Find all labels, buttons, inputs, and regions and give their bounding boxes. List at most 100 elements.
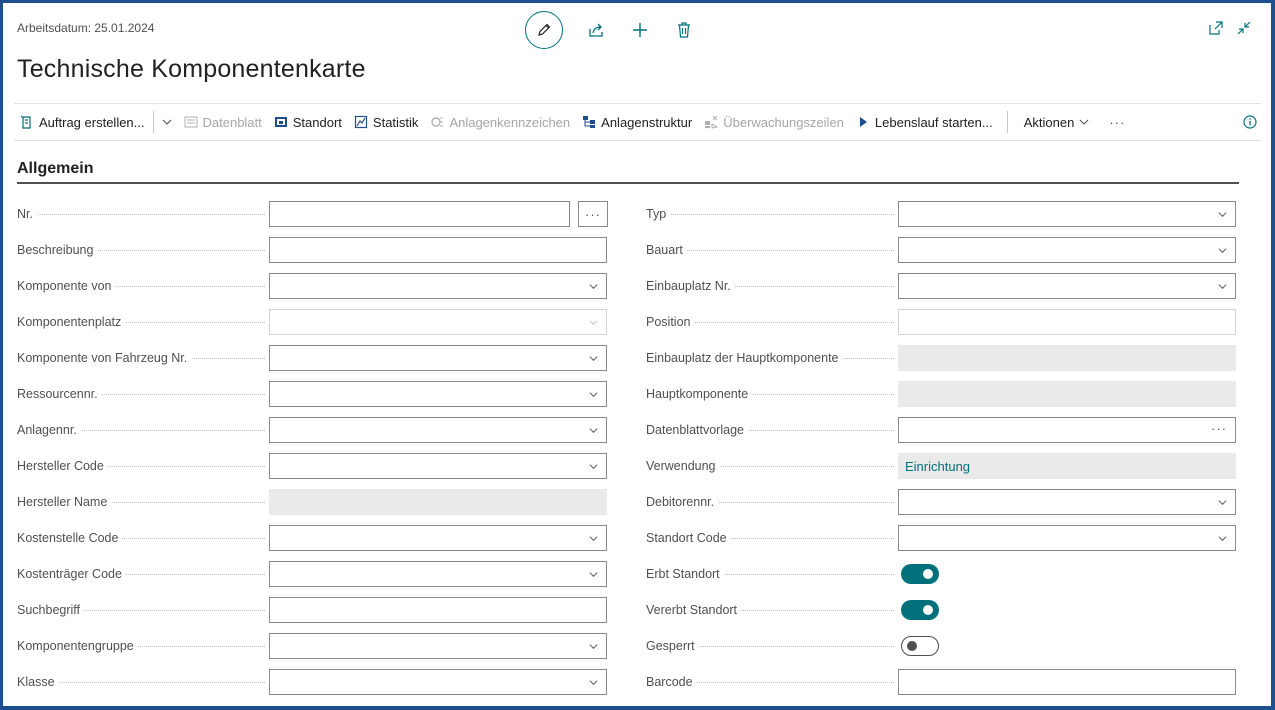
anlagennr-select[interactable]: [269, 417, 607, 443]
action-create-order[interactable]: Auftrag erstellen...: [14, 115, 151, 130]
page-title: Technische Komponentenkarte: [17, 55, 366, 83]
create-order-icon: [20, 115, 34, 129]
page-frame: Arbeitsdatum: 25.01.2024 Technische Komp…: [3, 3, 1271, 706]
hauptkomponente-value: [898, 381, 1236, 407]
field-label: Kostenstelle Code: [17, 531, 123, 545]
suchbegriff-input[interactable]: [269, 597, 607, 623]
new-button[interactable]: [629, 19, 651, 41]
field-label: Verwendung: [646, 459, 720, 473]
action-location[interactable]: Standort: [268, 115, 348, 130]
field-verwendung: Verwendung Einrichtung: [646, 453, 1246, 479]
chevron-down-icon: [589, 572, 598, 578]
erbt-standort-toggle[interactable]: [901, 564, 939, 584]
share-icon: [589, 23, 603, 37]
assist-edit-button[interactable]: ···: [1211, 421, 1227, 436]
ressourcennr-select[interactable]: [269, 381, 607, 407]
monitoring-icon: [704, 115, 719, 129]
field-position: Position: [646, 309, 1246, 335]
edit-button[interactable]: [525, 11, 563, 49]
action-label: Datenblatt: [202, 114, 262, 130]
info-button[interactable]: [1237, 115, 1261, 129]
typ-select[interactable]: [898, 201, 1236, 227]
nr-assist-button[interactable]: ···: [578, 201, 608, 227]
share-button[interactable]: [585, 19, 607, 41]
nr-input[interactable]: [269, 201, 570, 227]
asset-tag-icon: [430, 115, 444, 129]
field-barcode: Barcode: [646, 669, 1246, 695]
action-bar: Auftrag erstellen... Datenblatt Standort…: [14, 103, 1261, 141]
action-label: Standort: [292, 114, 342, 130]
field-anlagennr: Anlagennr.: [17, 417, 621, 443]
field-label: Standort Code: [646, 531, 731, 545]
field-label: Beschreibung: [17, 243, 98, 257]
action-more-dropdown[interactable]: [156, 117, 178, 127]
gesperrt-toggle[interactable]: [901, 636, 939, 656]
verwendung-value: Einrichtung: [898, 453, 1236, 479]
field-label: Typ: [646, 207, 671, 221]
divider: [1006, 111, 1008, 133]
field-label: Datenblattvorlage: [646, 423, 748, 437]
hersteller-name-value: [269, 489, 607, 515]
chevron-down-icon: [589, 644, 598, 650]
barcode-input[interactable]: [898, 669, 1236, 695]
field-ressourcennr: Ressourcennr.: [17, 381, 621, 407]
vererbt-standort-toggle[interactable]: [901, 600, 939, 620]
field-label: Hersteller Name: [17, 495, 112, 509]
divider: [152, 111, 154, 133]
action-label: Lebenslauf starten...: [874, 114, 993, 130]
debitorennr-select[interactable]: [898, 489, 1236, 515]
action-asset-structure[interactable]: Anlagenstruktur: [576, 115, 698, 130]
actions-menu[interactable]: Aktionen: [1018, 115, 1096, 130]
klasse-select[interactable]: [269, 669, 607, 695]
more-options-button[interactable]: ···: [1103, 115, 1131, 130]
header-actions: [525, 10, 695, 50]
chevron-down-icon: [589, 464, 598, 470]
action-label: Anlagenkennzeichen: [449, 114, 571, 130]
komponentenplatz-select[interactable]: [269, 309, 607, 335]
chevron-down-icon: [1218, 212, 1227, 218]
action-asset-tag[interactable]: Anlagenkennzeichen: [424, 115, 576, 130]
kostentraeger-code-select[interactable]: [269, 561, 607, 587]
chevron-down-icon: [589, 356, 598, 362]
field-label: Hauptkomponente: [646, 387, 753, 401]
bauart-select[interactable]: [898, 237, 1236, 263]
field-label: Komponentenplatz: [17, 315, 126, 329]
field-label: Anlagennr.: [17, 423, 81, 437]
field-label: Position: [646, 315, 695, 329]
datenblattvorlage-input[interactable]: ···: [898, 417, 1236, 443]
chevron-down-icon: [589, 320, 598, 326]
field-label: Debitorennr.: [646, 495, 719, 509]
field-hersteller-code: Hersteller Code: [17, 453, 621, 479]
standort-code-select[interactable]: [898, 525, 1236, 551]
field-erbt-standort: Erbt Standort: [646, 561, 1246, 587]
komponentengruppe-select[interactable]: [269, 633, 607, 659]
field-label: Gesperrt: [646, 639, 699, 653]
position-input[interactable]: [898, 309, 1236, 335]
chevron-down-icon: [589, 284, 598, 290]
action-monitoring[interactable]: Überwachungszeilen: [698, 115, 850, 130]
field-vererbt-standort: Vererbt Standort: [646, 597, 1246, 623]
field-beschreibung: Beschreibung: [17, 237, 621, 263]
action-statistics[interactable]: Statistik: [348, 115, 425, 130]
beschreibung-input[interactable]: [269, 237, 607, 263]
hersteller-code-select[interactable]: [269, 453, 607, 479]
field-label: Nr.: [17, 207, 37, 221]
section-title: Allgemein: [17, 160, 94, 177]
komponente-von-select[interactable]: [269, 273, 607, 299]
action-datasheet[interactable]: Datenblatt: [178, 115, 268, 130]
chevron-down-icon: [1218, 500, 1227, 506]
komponente-von-fahrzeug-select[interactable]: [269, 345, 607, 371]
open-in-new-window-button[interactable]: [1209, 21, 1223, 40]
field-gesperrt: Gesperrt: [646, 633, 1246, 659]
action-start-lifecycle[interactable]: Lebenslauf starten...: [850, 115, 999, 130]
field-standort-code: Standort Code: [646, 525, 1246, 551]
chevron-down-icon: [589, 680, 598, 686]
collapse-button[interactable]: [1237, 21, 1251, 40]
einbauplatz-nr-select[interactable]: [898, 273, 1236, 299]
kostenstelle-code-select[interactable]: [269, 525, 607, 551]
section-divider: [17, 182, 1239, 184]
action-label: Auftrag erstellen...: [39, 114, 145, 130]
field-label: Bauart: [646, 243, 687, 257]
delete-button[interactable]: [673, 19, 695, 41]
field-einbauplatz-nr: Einbauplatz Nr.: [646, 273, 1246, 299]
